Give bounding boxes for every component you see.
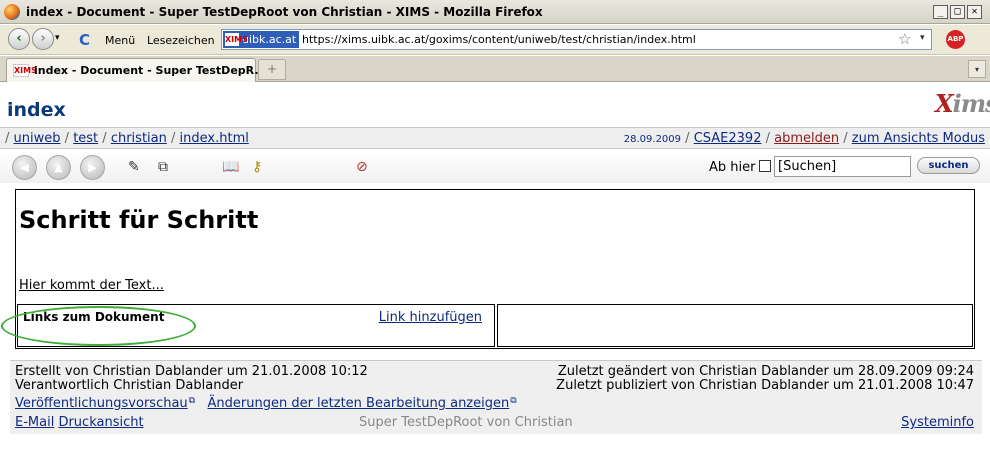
delete-icon[interactable]: ⊘ [356, 159, 368, 175]
url-bar[interactable]: XIMS uibk.ac.at https://xims.uibk.ac.at/… [221, 29, 932, 50]
owner-info: Super TestDepRoot von Christian [359, 415, 573, 430]
object-toolbar: ◀ ▲ ▶ ✎ ⧉ 📖 ⚷ ⊘ Ab hier [Suchen] suchen [0, 151, 990, 183]
breadcrumb-separator: / [64, 131, 70, 146]
changes-link[interactable]: Änderungen der letzten Bearbeitung anzei… [208, 396, 510, 411]
external-window-icon: ⧉ [188, 396, 196, 406]
move-icon[interactable]: ⚷ [252, 159, 262, 175]
external-window-icon: ⧉ [510, 396, 517, 406]
document-heading: Schritt für Schritt [19, 206, 259, 234]
published-info: Zuletzt publiziert von Christian Dabland… [556, 378, 974, 393]
url-dropdown-icon[interactable]: ▾ [920, 33, 925, 43]
logo-x: X [935, 89, 954, 118]
add-link-button[interactable]: Link hinzufügen [379, 310, 482, 325]
created-info: Erstellt von Christian Dablander um 21.0… [15, 364, 368, 379]
forward-button[interactable]: › [32, 28, 54, 50]
preview-link[interactable]: Veröffentlichungsvorschau [15, 396, 188, 411]
document-footer: Erstellt von Christian Dablander um 21.0… [10, 360, 982, 434]
modified-info: Zuletzt geändert von Christian Dablander… [557, 364, 974, 379]
site-label: uibk.ac.at [242, 33, 297, 46]
forward-icon[interactable]: ▶ [80, 155, 105, 180]
bookmark-star-icon[interactable]: ☆ [898, 30, 911, 48]
xims-logo: Xims [935, 89, 990, 118]
breadcrumb: / uniweb / test / christian / index.html… [0, 127, 990, 149]
email-link[interactable]: E-Mail [15, 415, 54, 430]
breadcrumb-separator: / [171, 131, 176, 146]
site-identity-button[interactable]: XIMS uibk.ac.at [223, 31, 299, 48]
up-icon[interactable]: ▲ [46, 155, 71, 180]
firefox-icon [4, 4, 20, 20]
history-dropdown-icon[interactable]: ▾ [55, 33, 60, 43]
separator: / [843, 131, 848, 146]
page-title: index [7, 99, 66, 121]
tab-active[interactable]: XIMS index - Document - Super TestDepR..… [6, 58, 267, 82]
responsible-info: Verantwortlich Christian Dablander [15, 378, 244, 393]
tab-favicon-icon: XIMS [13, 64, 37, 77]
ab-hier-label: Ab hier [709, 160, 756, 175]
breadcrumb-test[interactable]: test [73, 131, 98, 146]
copy-icon[interactable]: ⧉ [158, 159, 168, 175]
breadcrumb-separator: / [102, 131, 107, 146]
reload-button[interactable]: C [79, 31, 90, 49]
logout-link[interactable]: abmelden [774, 131, 839, 146]
side-box [497, 304, 973, 347]
document-body-text[interactable]: Hier kommt der Text... [19, 278, 164, 293]
back-icon[interactable]: ◀ [12, 155, 37, 180]
new-tab-button[interactable]: + [258, 59, 286, 80]
ab-hier-checkbox[interactable] [759, 160, 771, 172]
tab-bar: XIMS index - Document - Super TestDepR..… [0, 56, 990, 82]
search-button[interactable]: suchen [917, 157, 980, 174]
print-link[interactable]: Druckansicht [58, 415, 143, 430]
minimize-button[interactable]: _ [933, 5, 948, 19]
user-link[interactable]: CSAE2392 [694, 131, 762, 146]
maximize-button[interactable]: □ [950, 5, 965, 19]
breadcrumb-christian[interactable]: christian [111, 131, 167, 146]
page-viewport: index Xims / uniweb / test / christian /… [0, 83, 990, 459]
edit-icon[interactable]: ✎ [128, 159, 140, 175]
separator: / [685, 131, 690, 146]
url-text[interactable]: https://xims.uibk.ac.at/goxims/content/u… [302, 33, 696, 46]
adblock-plus-icon[interactable]: ABP [946, 30, 965, 49]
xims-favicon-icon: XIMS [225, 33, 248, 46]
publish-icon[interactable]: 📖 [222, 159, 239, 175]
breadcrumb-uniweb[interactable]: uniweb [14, 131, 61, 146]
window-titlebar: index - Document - Super TestDepRoot von… [0, 0, 990, 24]
separator: / [765, 131, 770, 146]
menu-button[interactable]: Menü [105, 34, 135, 47]
sysinfo-link[interactable]: Systeminfo [901, 415, 974, 430]
window-title: index - Document - Super TestDepRoot von… [26, 5, 543, 19]
highlight-annotation [1, 306, 196, 346]
tab-label: index - Document - Super TestDepR... [34, 64, 267, 77]
bookmarks-button[interactable]: Lesezeichen [147, 34, 215, 47]
close-window-button[interactable]: ✕ [967, 5, 982, 19]
browser-navbar: ‹ › ▾ C Menü Lesezeichen XIMS uibk.ac.at… [0, 25, 990, 55]
breadcrumb-index[interactable]: index.html [180, 131, 249, 146]
logo-ims: ims [952, 89, 990, 118]
session-date: 28.09.2009 [623, 134, 682, 145]
tab-list-dropdown-icon[interactable]: ▾ [968, 60, 986, 78]
view-mode-link[interactable]: zum Ansichts Modus [852, 131, 985, 146]
breadcrumb-separator: / [5, 131, 10, 146]
search-input[interactable]: [Suchen] [774, 156, 911, 177]
back-button[interactable]: ‹ [8, 28, 30, 50]
